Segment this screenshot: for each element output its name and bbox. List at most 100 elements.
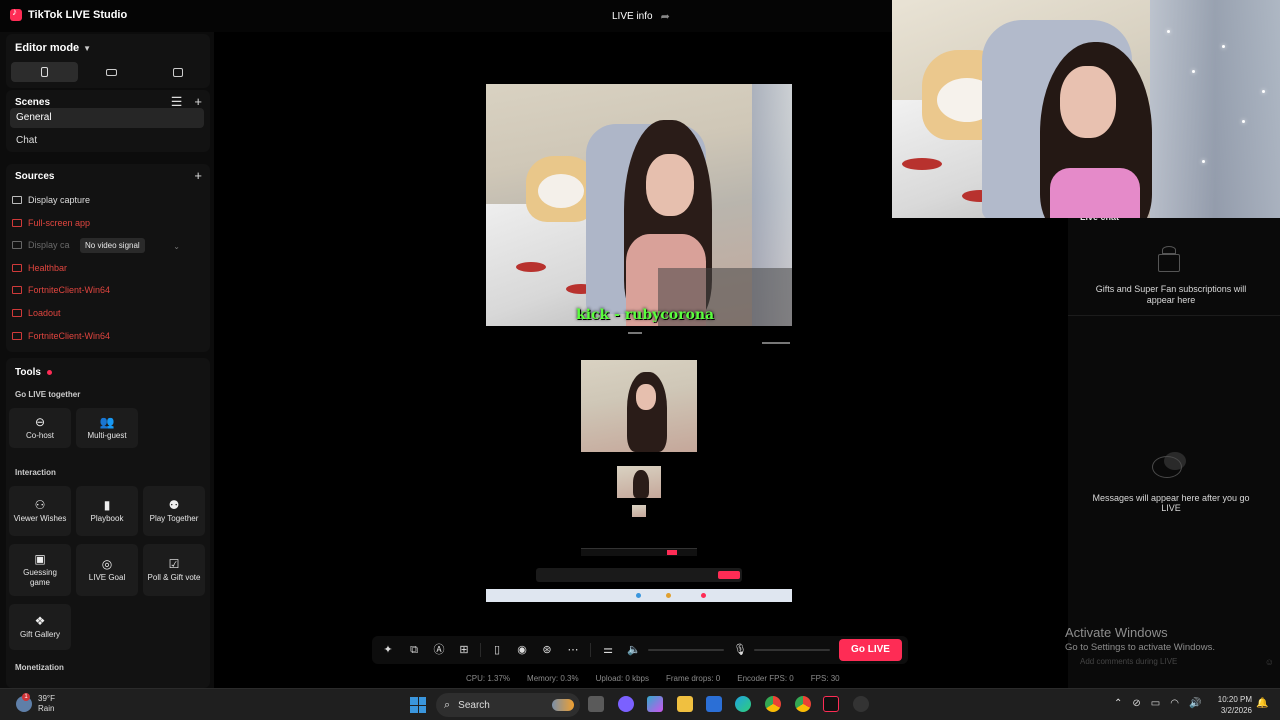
clock-time: 10:20 PM — [1217, 695, 1252, 704]
go-live-button[interactable]: Go LIVE — [839, 639, 902, 661]
microphone-icon[interactable]: 🎙 — [732, 642, 748, 658]
left-panel: Editor mode ▼ Scenes ☰ + General Chat So… — [0, 32, 214, 688]
volume-icon[interactable]: 🔊 — [1189, 698, 1201, 709]
source-label: Loadout — [28, 308, 61, 318]
source-item[interactable]: FortniteClient-Win64 — [12, 282, 110, 298]
display-icon[interactable]: ▭ — [1151, 698, 1160, 709]
messages-placeholder: Messages will appear here after you go L… — [1092, 493, 1250, 513]
source-item[interactable]: Loadout — [12, 305, 61, 321]
scene-item-chat[interactable]: Chat — [10, 131, 204, 151]
chrome-profile-icon[interactable] — [795, 696, 811, 712]
nested-taskbar — [486, 589, 792, 602]
source-item[interactable]: FortniteClient-Win64 — [12, 328, 110, 344]
tiktok-live-studio-icon[interactable] — [823, 696, 839, 712]
nested-app-icon — [636, 593, 641, 598]
camera-settings-icon[interactable]: ⊛ — [539, 642, 555, 658]
webcam-overlay — [892, 0, 1280, 218]
viewer-wishes-button[interactable]: ⚇ Viewer Wishes — [9, 486, 71, 536]
phone-icon — [40, 67, 48, 77]
stream-preview[interactable]: kick - rubycorona — [486, 84, 792, 628]
source-item[interactable]: Display ca — [12, 237, 70, 253]
overlay-caption: kick - rubycorona — [576, 307, 715, 323]
network-off-icon[interactable]: ⊘ — [1132, 698, 1140, 709]
phone-icon[interactable]: ▯ — [489, 642, 505, 658]
target-icon: ◎ — [101, 556, 113, 571]
chrome-icon[interactable] — [765, 696, 781, 712]
copilot-icon[interactable] — [647, 696, 663, 712]
windows-start-icon[interactable] — [410, 697, 426, 713]
weather-widget[interactable]: 1 39°F Rain — [16, 693, 55, 714]
nested-app-icon — [701, 593, 706, 598]
share-icon[interactable]: ➦ — [661, 10, 670, 23]
checkbox-icon: ☑ — [168, 556, 180, 571]
search-highlight-icon — [552, 699, 574, 711]
toolbar-separator — [480, 643, 481, 657]
microsoft-store-icon[interactable] — [706, 696, 722, 712]
list-icon[interactable]: ☰ — [171, 95, 183, 108]
poll-gift-vote-button[interactable]: ☑ Poll & Gift vote — [143, 544, 205, 596]
app-window-icon — [12, 332, 22, 340]
guessing-game-button[interactable]: ▣ Guessing game — [9, 544, 71, 596]
toolbar-separator — [590, 643, 591, 657]
multiguest-button[interactable]: 👥 Multi-guest — [76, 408, 138, 448]
obs-icon[interactable] — [853, 696, 869, 712]
emoji-icon[interactable]: ☺ — [1265, 657, 1274, 667]
weather-condition: Rain — [38, 704, 55, 713]
play-together-button[interactable]: ⚉ Play Together — [143, 486, 205, 536]
live-info[interactable]: LIVE info ➦ — [612, 10, 670, 23]
mic-volume-slider[interactable] — [754, 649, 830, 651]
task-view-icon[interactable] — [588, 696, 604, 712]
search-icon: ⌕ — [444, 698, 451, 711]
add-source-icon[interactable]: ⧉ — [406, 642, 422, 658]
tiktok-logo-icon — [10, 7, 22, 21]
scene-item-general[interactable]: General — [10, 108, 204, 128]
more-icon[interactable]: ⋯ — [565, 642, 581, 658]
file-explorer-icon[interactable] — [677, 696, 693, 712]
source-item[interactable]: Display capture — [12, 192, 90, 208]
landscape-mode-button[interactable] — [78, 62, 145, 82]
tools-title-text: Tools — [15, 367, 41, 378]
gift-gallery-icon: ❖ — [34, 613, 46, 628]
viewer-wishes-label: Viewer Wishes — [13, 513, 67, 523]
source-label: FortniteClient-Win64 — [28, 285, 111, 295]
gift-gallery-button[interactable]: ❖ Gift Gallery — [9, 604, 71, 650]
dual-mode-button[interactable] — [144, 62, 211, 82]
source-item[interactable]: Healthbar — [12, 260, 67, 276]
live-goal-button[interactable]: ◎ LIVE Goal — [76, 544, 138, 596]
discord-icon[interactable] — [618, 696, 634, 712]
portrait-mode-button[interactable] — [11, 62, 78, 82]
landscape-icon — [105, 68, 117, 76]
clock[interactable]: 10:20 PM 3/2/2026 — [1212, 694, 1252, 716]
live-goal-label: LIVE Goal — [88, 572, 126, 582]
speaker-volume-slider[interactable] — [648, 649, 724, 651]
speaker-icon[interactable]: 🔈 — [626, 642, 642, 658]
layout-icon[interactable]: ⊞ — [456, 642, 472, 658]
users-icon: 👥 — [99, 414, 115, 429]
add-scene-icon[interactable]: + — [194, 95, 202, 108]
taskbar-search[interactable]: ⌕ Search — [436, 693, 580, 717]
windows-taskbar: 1 39°F Rain ⌕ Search ⌃ ⊘ ▭ ◠ 🔊 10:20 PM … — [0, 688, 1280, 720]
encoder-fps-stat: Encoder FPS: 0 — [737, 674, 794, 683]
playbook-button[interactable]: ▮ Playbook — [76, 486, 138, 536]
record-icon[interactable]: ◉ — [514, 642, 530, 658]
source-item[interactable]: Full-screen app — [12, 215, 90, 231]
chevron-up-icon[interactable]: ⌃ — [1114, 698, 1122, 709]
magic-wand-icon[interactable]: ✦ — [380, 642, 396, 658]
chevron-down-icon[interactable]: ⌄ — [173, 242, 180, 251]
edge-icon[interactable] — [735, 696, 751, 712]
comment-input[interactable]: Add comments during LIVE — [1074, 652, 1274, 672]
activate-title: Activate Windows — [1065, 625, 1168, 640]
streamer-hair — [633, 470, 649, 498]
effects-icon[interactable]: Ⓐ — [431, 642, 447, 658]
notification-bell-icon[interactable]: 🔔 — [1256, 698, 1268, 709]
add-source-icon[interactable]: + — [194, 169, 202, 182]
app-title: TikTok LIVE Studio — [10, 7, 127, 21]
mixer-icon[interactable]: ⚌ — [600, 642, 616, 658]
editor-mode-dropdown[interactable]: Editor mode ▼ — [15, 42, 91, 54]
book-icon: ▮ — [103, 497, 111, 512]
search-label: Search — [458, 699, 490, 711]
wifi-icon[interactable]: ◠ — [1170, 698, 1179, 709]
source-label: Healthbar — [28, 263, 68, 273]
cohost-button[interactable]: ⊖ Co-host — [9, 408, 71, 448]
multiguest-label: Multi-guest — [87, 430, 127, 440]
